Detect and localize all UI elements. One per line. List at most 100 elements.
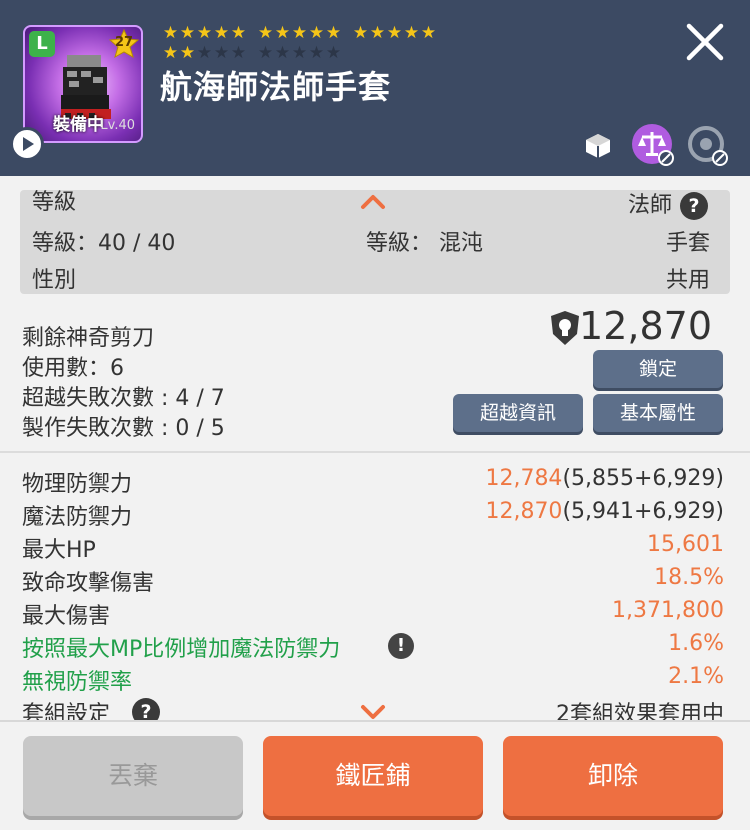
requirements-box: 等級 法師 ? 等級：40 / 40 等級： 混沌 手套 性別 共用 (20, 190, 730, 294)
stat-value: 1,371,800 (612, 598, 724, 623)
craft-fail-label: 製作失敗次數 : 0 / 5 (22, 416, 225, 441)
help-icon[interactable]: ? (680, 192, 708, 220)
star-filled-icon: ★ (325, 23, 342, 43)
blacksmith-button[interactable]: 鐵匠鋪 (263, 736, 483, 816)
stat-detail: (5,941+6,929) (562, 499, 724, 524)
star-filled-icon: ★ (230, 23, 247, 43)
star-filled-icon: ★ (162, 43, 179, 63)
star-empty-icon: ★ (274, 43, 291, 63)
star-filled-icon: ★ (369, 23, 386, 43)
star-filled-icon: ★ (420, 23, 437, 43)
class-label: 法師 (627, 193, 672, 218)
star-group: ★ ★ ★ ★ ★ (257, 44, 342, 64)
action-footer: 丟棄 鐵匠鋪 卸除 (0, 720, 750, 830)
stat-label: 物理防禦力 (22, 472, 133, 497)
section-divider (0, 451, 750, 453)
transcend-info-button[interactable]: 超越資訊 (453, 394, 583, 432)
type-label: 手套 (665, 231, 710, 256)
stat-total: 15,601 (647, 532, 724, 557)
star-group: ★ ★ ★ ★ ★ (257, 24, 342, 44)
info-alert-icon[interactable]: ! (388, 633, 414, 659)
star-force-display: ★ ★ ★ ★ ★ ★ ★ ★ ★ ★ ★ ★ ★ ★ ★ ★ ★ ★ ★ ★ ★ ★ ★ ★ ★ (162, 24, 562, 64)
stat-value: 12,784(5,855+6,929) (485, 466, 724, 491)
star-filled-icon: ★ (213, 23, 230, 43)
star-filled-icon: ★ (162, 23, 179, 43)
lock-button[interactable]: 鎖定 (593, 350, 723, 388)
play-icon (23, 137, 34, 151)
star-level-badge: 27 (108, 28, 140, 59)
set-info-value: 2套組效果套用中 (556, 702, 724, 720)
stat-value: 2.1% (668, 664, 724, 689)
chaos-label: 等級： 混沌 (366, 231, 483, 256)
star-empty-icon: ★ (308, 43, 325, 63)
unequip-button[interactable]: 卸除 (503, 736, 723, 816)
uses-label: 使用數：6 (22, 356, 124, 381)
stat-value: 12,870(5,941+6,929) (485, 499, 724, 524)
star-group: ★ ★ ★ ★ ★ (162, 24, 247, 44)
equipped-label: 裝備中 (53, 115, 104, 135)
star-filled-icon: ★ (179, 23, 196, 43)
power-value: 12,870 (579, 304, 712, 348)
level-value: 等級：40 / 40 (32, 231, 176, 256)
star-filled-icon: ★ (291, 23, 308, 43)
set-help-icon[interactable]: ? (132, 698, 160, 720)
star-filled-icon: ★ (403, 23, 420, 43)
stat-value: 15,601 (647, 532, 724, 557)
play-button[interactable] (10, 127, 44, 161)
stat-total: 1.6% (668, 631, 724, 656)
star-filled-icon: ★ (352, 23, 369, 43)
stat-label: 最大傷害 (22, 604, 111, 629)
item-header: L 27 裝備中 Lv.40 ★ ★ ★ ★ ★ ★ ★ ★ ★ ★ ★ ★ ★ ★ ★ ★ ★ ★ ★ ★ ★ ★ ★ ★ ★… (0, 0, 750, 176)
gender-value: 共用 (665, 268, 710, 293)
star-filled-icon: ★ (308, 23, 325, 43)
stat-total: 12,784 (485, 466, 563, 491)
stat-total: 12,870 (485, 499, 563, 524)
stat-label: 致命攻擊傷害 (22, 571, 155, 596)
star-filled-icon: ★ (274, 23, 291, 43)
star-row: ★ ★ ★ ★ ★ ★ ★ ★ ★ ★ (162, 44, 562, 64)
chevron-up-icon[interactable] (360, 194, 386, 210)
discard-button[interactable]: 丟棄 (23, 736, 243, 816)
stat-label: 魔法防禦力 (22, 505, 133, 530)
star-level-number: 27 (114, 35, 134, 50)
item-icon-frame: L 27 裝備中 Lv.40 (23, 25, 143, 143)
shield-icon (551, 311, 579, 345)
star-filled-icon: ★ (179, 43, 196, 63)
star-empty-icon: ★ (196, 43, 213, 63)
scissors-label: 剩餘神奇剪刀 (22, 326, 155, 351)
star-group: ★ ★ ★ ★ ★ (352, 24, 437, 44)
close-icon[interactable] (683, 20, 727, 64)
star-empty-icon: ★ (213, 43, 230, 63)
grade-badge: L (29, 31, 55, 57)
stat-total: 18.5% (654, 565, 724, 590)
level-title: 等級 (32, 190, 77, 215)
stat-label: 最大HP (22, 538, 96, 563)
item-name: 航海師法師手套 (160, 68, 392, 106)
star-row: ★ ★ ★ ★ ★ ★ ★ ★ ★ ★ ★ ★ ★ ★ ★ (162, 24, 562, 44)
stat-value: 1.6% (668, 631, 724, 656)
star-filled-icon: ★ (196, 23, 213, 43)
stat-total: 2.1% (668, 664, 724, 689)
star-filled-icon: ★ (386, 23, 403, 43)
base-stats-button[interactable]: 基本屬性 (593, 394, 723, 432)
star-empty-icon: ★ (257, 43, 274, 63)
stat-value: 18.5% (654, 565, 724, 590)
stat-total: 1,371,800 (612, 598, 724, 623)
share-icon[interactable] (576, 122, 620, 166)
stat-label: 無視防禦率 (22, 670, 133, 695)
star-empty-icon: ★ (325, 43, 342, 63)
chevron-down-icon[interactable] (360, 704, 386, 720)
set-info-label: 套組設定 (22, 702, 111, 720)
balance-icon[interactable] (630, 122, 674, 166)
item-details-panel[interactable]: 等級 法師 ? 等級：40 / 40 等級： 混沌 手套 性別 共用 12,87… (0, 176, 750, 720)
star-empty-icon: ★ (230, 43, 247, 63)
stat-detail: (5,855+6,929) (562, 466, 724, 491)
star-group: ★ ★ ★ ★ ★ (162, 44, 247, 64)
transcend-fail-label: 超越失敗次數 : 4 / 7 (22, 386, 225, 411)
gender-label: 性別 (32, 268, 77, 293)
transfer-icon[interactable] (684, 122, 728, 166)
stat-label: 按照最大MP比例增加魔法防禦力 (22, 637, 341, 662)
item-level-label: Lv.40 (100, 118, 135, 133)
star-filled-icon: ★ (257, 23, 274, 43)
star-empty-icon: ★ (291, 43, 308, 63)
